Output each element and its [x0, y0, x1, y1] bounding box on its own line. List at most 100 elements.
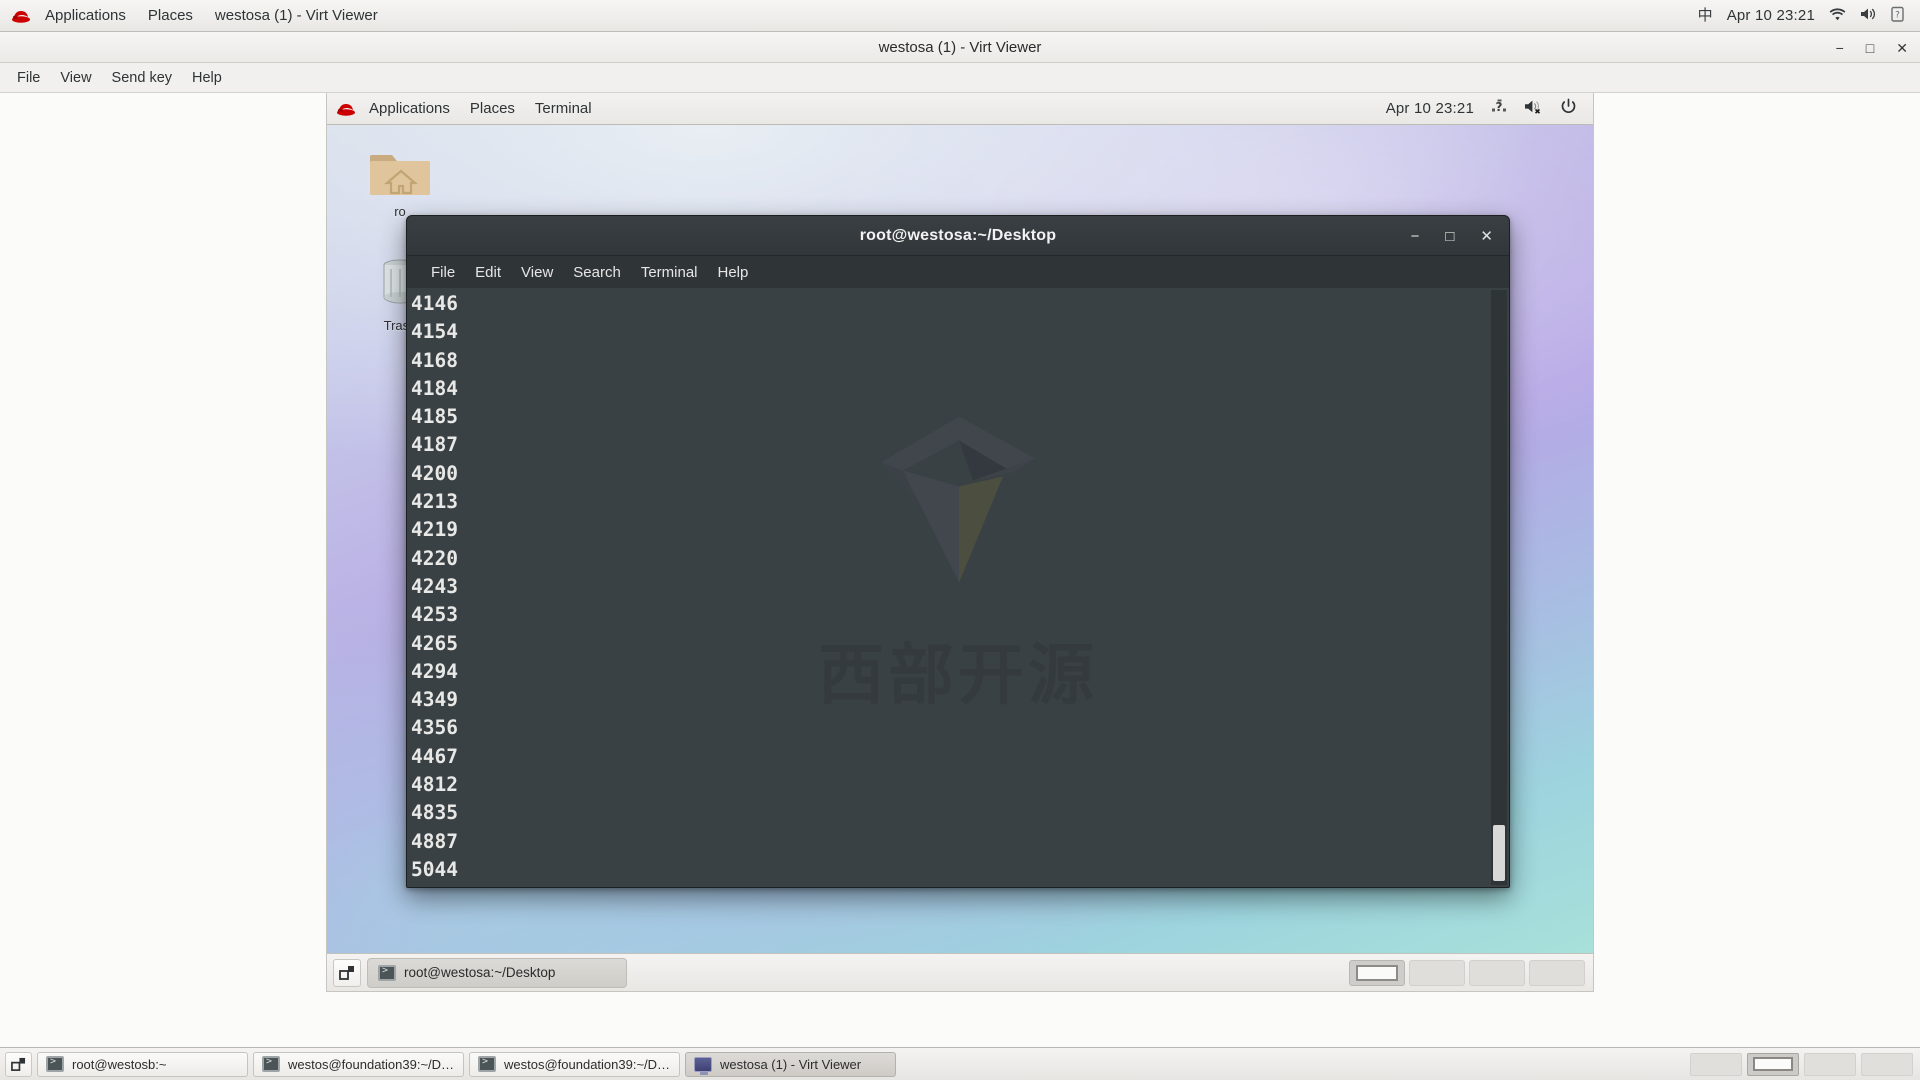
vv-menu-send-key[interactable]: Send key [102, 66, 182, 90]
terminal-output-line: 4200 [411, 461, 458, 485]
virt-viewer-title: westosa (1) - Virt Viewer [878, 38, 1042, 56]
host-task-0-label: root@westosb:~ [72, 1056, 167, 1072]
desktop-icon-home[interactable]: ro [357, 147, 443, 219]
show-desktop-icon[interactable] [333, 958, 361, 987]
guest-workspace-3[interactable] [1469, 959, 1525, 986]
close-button[interactable]: ✕ [1896, 41, 1908, 55]
host-desktop: Applications Places westosa (1) - Virt V… [0, 0, 1920, 1080]
host-task-1-label: westos@foundation39:~/Desktop [288, 1056, 455, 1072]
terminal-output-line: 4219 [411, 518, 458, 542]
terminal-scrollbar[interactable] [1491, 290, 1507, 885]
redhat-logo-icon [335, 101, 357, 117]
battery-unknown-icon[interactable]: ? [1891, 6, 1904, 25]
guest-workspace-1[interactable] [1349, 959, 1405, 986]
volume-muted-icon[interactable] [1524, 99, 1544, 118]
terminal-menu-search[interactable]: Search [563, 261, 631, 284]
terminal-icon [262, 1056, 280, 1072]
terminal-output-line: 5044 [411, 857, 458, 881]
terminal-titlebar[interactable]: root@westosa:~/Desktop − □ ✕ [407, 216, 1509, 256]
vv-menu-help[interactable]: Help [182, 66, 232, 90]
redhat-logo-icon [10, 8, 32, 24]
terminal-output: 4146 4154 4168 4184 4185 4187 4200 4213 4219 4220… [407, 290, 1509, 887]
volume-icon[interactable] [1860, 7, 1877, 24]
vv-menu-file[interactable]: File [7, 66, 50, 90]
terminal-output-line: 4467 [411, 744, 458, 768]
terminal-output-line: 4213 [411, 490, 458, 514]
vv-menu-view[interactable]: View [50, 66, 101, 90]
terminal-output-line: 4146 [411, 292, 458, 315]
host-top-panel: Applications Places westosa (1) - Virt V… [0, 0, 1920, 32]
terminal-menu-file[interactable]: File [421, 261, 465, 284]
terminal-minimize-button[interactable]: − [1411, 229, 1420, 244]
terminal-output-line: 4184 [411, 376, 458, 400]
guest-top-panel: Applications Places Terminal Apr 10 23:2… [327, 93, 1593, 125]
terminal-output-line: 4154 [411, 320, 458, 344]
terminal-menu-view[interactable]: View [511, 261, 563, 284]
wifi-icon[interactable] [1829, 7, 1846, 24]
guest-system-tray: Apr 10 23:21 ? [1386, 98, 1585, 119]
host-task-3-label: westosa (1) - Virt Viewer [720, 1056, 862, 1072]
host-task-3[interactable]: westosa (1) - Virt Viewer [685, 1051, 896, 1077]
terminal-output-line: 4185 [411, 405, 458, 429]
guest-menu-places[interactable]: Places [460, 96, 525, 121]
terminal-menu-terminal[interactable]: Terminal [631, 261, 708, 284]
guest-workspace-2[interactable] [1409, 959, 1465, 986]
guest-clock[interactable]: Apr 10 23:21 [1386, 100, 1474, 117]
host-workspace-2[interactable] [1747, 1052, 1799, 1076]
guest-bottom-panel: root@westosa:~/Desktop [327, 953, 1593, 991]
terminal-output-line: 4187 [411, 433, 458, 457]
svg-text:?: ? [1496, 100, 1503, 114]
terminal-menu-edit[interactable]: Edit [465, 261, 511, 284]
virt-viewer-window-controls: − □ ✕ [1836, 32, 1908, 63]
accessibility-icon[interactable]: ? [1490, 99, 1508, 119]
terminal-output-line: 4253 [411, 603, 458, 627]
host-menu-applications[interactable]: Applications [34, 3, 137, 28]
host-clock[interactable]: Apr 10 23:21 [1727, 7, 1815, 24]
guest-workspace-4[interactable] [1529, 959, 1585, 986]
guest-task-terminal[interactable]: root@westosa:~/Desktop [367, 957, 627, 988]
terminal-close-button[interactable]: ✕ [1480, 229, 1493, 244]
virt-viewer-titlebar[interactable]: westosa (1) - Virt Viewer − □ ✕ [0, 32, 1920, 63]
terminal-output-line: 4220 [411, 546, 458, 570]
virt-viewer-menubar: File View Send key Help [0, 63, 1920, 93]
host-task-1[interactable]: westos@foundation39:~/Desktop [253, 1051, 464, 1077]
terminal-output-line: 4168 [411, 348, 458, 372]
host-workspace-1[interactable] [1690, 1052, 1742, 1076]
terminal-output-line: 4265 [411, 631, 458, 655]
minimize-button[interactable]: − [1836, 41, 1844, 55]
host-workspace-4[interactable] [1861, 1052, 1913, 1076]
host-task-0[interactable]: root@westosb:~ [37, 1051, 248, 1077]
terminal-window: root@westosa:~/Desktop − □ ✕ File Edit V… [406, 215, 1510, 888]
guest-desktop-area[interactable]: ro Trash root@westosa:~/Desktop − □ ✕ Fi… [327, 125, 1593, 953]
guest-workspace-switcher [1349, 959, 1585, 986]
virt-viewer-window: westosa (1) - Virt Viewer − □ ✕ File Vie… [0, 32, 1920, 1047]
maximize-button[interactable]: □ [1866, 41, 1874, 55]
show-desktop-icon[interactable] [5, 1051, 32, 1077]
terminal-output-line: 4243 [411, 574, 458, 598]
terminal-title: root@westosa:~/Desktop [859, 226, 1057, 244]
terminal-output-line: 4887 [411, 829, 458, 853]
host-menu-places[interactable]: Places [137, 3, 204, 28]
terminal-menu-help[interactable]: Help [708, 261, 759, 284]
host-task-2-label: westos@foundation39:~/Desktop [504, 1056, 671, 1072]
input-method-indicator[interactable]: 中 [1698, 8, 1713, 23]
terminal-output-line: 5104 [411, 884, 1509, 887]
guest-menu-terminal[interactable]: Terminal [525, 96, 602, 121]
host-task-2[interactable]: westos@foundation39:~/Desktop [469, 1051, 680, 1077]
guest-screen: Applications Places Terminal Apr 10 23:2… [327, 93, 1593, 991]
terminal-output-line: 4356 [411, 716, 458, 740]
host-workspace-switcher [1690, 1052, 1913, 1076]
terminal-scrollbar-thumb[interactable] [1493, 825, 1505, 881]
guest-menu-applications[interactable]: Applications [359, 96, 460, 121]
host-workspace-3[interactable] [1804, 1052, 1856, 1076]
svg-text:?: ? [1895, 11, 1900, 21]
terminal-icon [478, 1056, 496, 1072]
terminal-icon [378, 964, 396, 981]
terminal-menubar: File Edit View Search Terminal Help [407, 256, 1509, 288]
host-active-window-title[interactable]: westosa (1) - Virt Viewer [204, 3, 389, 28]
host-bottom-panel: root@westosb:~ westos@foundation39:~/Des… [0, 1047, 1920, 1080]
terminal-maximize-button[interactable]: □ [1445, 229, 1454, 244]
terminal-output-line: 4294 [411, 659, 458, 683]
power-icon[interactable] [1560, 98, 1577, 119]
terminal-screen[interactable]: 西部开源 4146 4154 4168 4184 4185 4187 4200 4213 421… [407, 288, 1509, 887]
